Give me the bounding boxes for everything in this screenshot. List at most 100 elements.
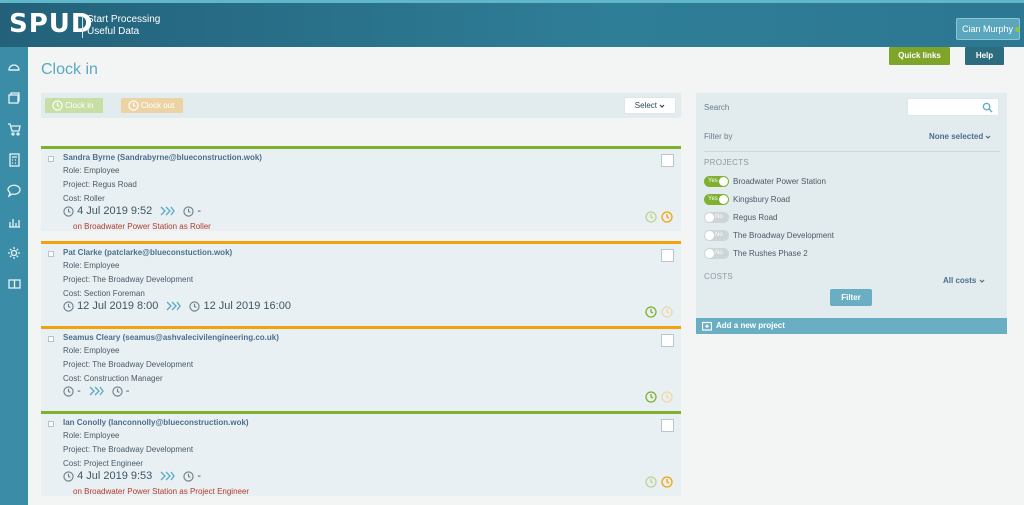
clock-out-action-icon[interactable] (661, 391, 673, 403)
employee-project: Project: The Broadway Development (63, 445, 194, 454)
clock-out-time: 12 Jul 2019 16:00 (203, 300, 291, 313)
clock-in-action-icon[interactable] (645, 476, 657, 488)
entry-checkbox[interactable] (661, 419, 674, 432)
chat-icon[interactable] (6, 183, 22, 199)
project-name: Broadwater Power Station (733, 177, 826, 186)
chevron-down-icon (986, 135, 991, 139)
clock-entry-card: Ian Conolly (Ianconnolly@blueconstructio… (41, 411, 681, 496)
avatar-image (48, 421, 54, 427)
employee-project: Project: The Broadway Development (63, 360, 194, 369)
costs-value: All costs (943, 276, 977, 285)
cart-icon[interactable] (6, 121, 22, 137)
project-toggle[interactable]: No (704, 212, 729, 223)
project-name: The Rushes Phase 2 (733, 249, 808, 258)
clock-location: on Broadwater Power Station as Project E… (73, 487, 250, 496)
costs-dropdown[interactable]: All costs (943, 276, 985, 285)
clock-times: 12 Jul 2019 8:00 12 Jul 2019 16:00 (63, 300, 291, 314)
filter-by-label: Filter by (704, 132, 733, 141)
clock-out-time-icon (183, 470, 194, 482)
entry-checkbox[interactable] (661, 334, 674, 347)
add-project-button[interactable]: Add a new project (696, 318, 1007, 334)
clock-in-action-icon[interactable] (645, 306, 657, 318)
dashboard-icon[interactable] (6, 59, 22, 75)
panel-divider (704, 151, 1000, 152)
tagline-line1: Start Processing (87, 14, 161, 25)
spud-logo[interactable]: SPUD (9, 9, 93, 39)
settings-icon[interactable] (6, 245, 22, 261)
page-title: Clock in (41, 61, 98, 78)
arrows-right-icon (166, 301, 182, 311)
avatar-image (48, 251, 54, 257)
tagline: Start Processing Useful Data (87, 14, 160, 38)
project-toggle[interactable]: No (704, 230, 729, 241)
clock-out-button[interactable]: Clock out (121, 98, 183, 113)
user-menu-button[interactable]: Cian Murphy (956, 18, 1021, 40)
employee-cost: Cost: Roller (63, 194, 105, 203)
calculator-icon[interactable] (6, 152, 22, 168)
employee-cost: Cost: Construction Manager (63, 374, 163, 383)
add-folder-icon (702, 321, 712, 331)
clock-out-time: - (197, 470, 202, 483)
search-icon[interactable] (982, 102, 993, 113)
chart-icon[interactable] (6, 214, 22, 230)
filter-by-dropdown[interactable]: None selected (929, 132, 991, 141)
avatar-image (48, 336, 54, 342)
project-toggle[interactable]: Yes (704, 194, 729, 205)
online-status-dot (1015, 27, 1021, 33)
filter-button[interactable]: Filter (830, 289, 872, 306)
clock-in-time-icon (63, 470, 74, 482)
entry-checkbox[interactable] (661, 249, 674, 262)
clock-out-time-icon (112, 385, 123, 397)
projects-heading: PROJECTS (704, 158, 750, 167)
employee-name[interactable]: Seamus Cleary (seamus@ashvalecivilengine… (63, 333, 279, 342)
clock-toolbar: Clock in Clock out Select (41, 93, 681, 118)
logo-divider (82, 16, 83, 38)
arrows-right-icon (160, 471, 176, 481)
tagline-line2: Useful Data (87, 26, 140, 37)
clock-out-action-icon[interactable] (661, 476, 673, 488)
clock-in-action-icon[interactable] (645, 391, 657, 403)
clock-in-label: Clock in (65, 101, 94, 110)
search-input[interactable] (907, 98, 999, 116)
clock-out-label: Clock out (141, 101, 175, 110)
clock-icon (128, 100, 139, 111)
employee-role: Role: Employee (63, 166, 120, 175)
clock-in-time-icon (63, 385, 74, 397)
employee-name[interactable]: Ian Conolly (Ianconnolly@blueconstructio… (63, 418, 249, 427)
clock-out-time-icon (189, 300, 201, 312)
clock-out-action-icon[interactable] (661, 306, 673, 318)
clock-in-time: - (77, 385, 81, 398)
clock-in-time: 12 Jul 2019 8:00 (77, 300, 159, 313)
project-toggle[interactable]: No (704, 248, 729, 259)
employee-name[interactable]: Sandra Byrne (Sandrabyrne@blueconstructi… (63, 153, 262, 162)
employee-name[interactable]: Pat Clarke (patclarke@blueconstuction.wo… (63, 248, 232, 257)
clock-in-button[interactable]: Clock in (45, 98, 103, 113)
select-label: Select (634, 101, 657, 110)
employee-role: Role: Employee (63, 431, 120, 440)
project-toggle[interactable]: Yes (704, 176, 729, 187)
documents-icon[interactable] (6, 90, 22, 106)
project-name: Regus Road (733, 213, 778, 222)
help-button[interactable]: Help (965, 47, 1004, 65)
filter-panel: Search Filter by None selected PROJECTS … (696, 93, 1007, 318)
search-label: Search (704, 103, 730, 112)
entry-checkbox[interactable] (661, 154, 674, 167)
clock-in-action-icon[interactable] (645, 211, 657, 223)
user-name: Cian Murphy (962, 24, 1014, 34)
clock-times: 4 Jul 2019 9:53 - (63, 470, 201, 484)
clock-out-time: - (197, 205, 202, 218)
add-project-label: Add a new project (716, 321, 785, 330)
clock-in-time-icon (63, 300, 74, 312)
quick-links-button[interactable]: Quick links (889, 47, 950, 65)
clock-in-time: 4 Jul 2019 9:52 (77, 205, 153, 218)
sidebar-nav (0, 47, 28, 505)
employee-role: Role: Employee (63, 346, 120, 355)
clock-in-time: 4 Jul 2019 9:53 (77, 470, 153, 483)
clock-times: - - (63, 385, 129, 399)
book-icon[interactable] (6, 276, 22, 292)
select-dropdown[interactable]: Select (624, 97, 676, 114)
arrows-right-icon (160, 206, 176, 216)
clock-in-time-icon (63, 205, 74, 217)
chevron-down-icon (659, 104, 665, 108)
clock-out-action-icon[interactable] (661, 211, 673, 223)
